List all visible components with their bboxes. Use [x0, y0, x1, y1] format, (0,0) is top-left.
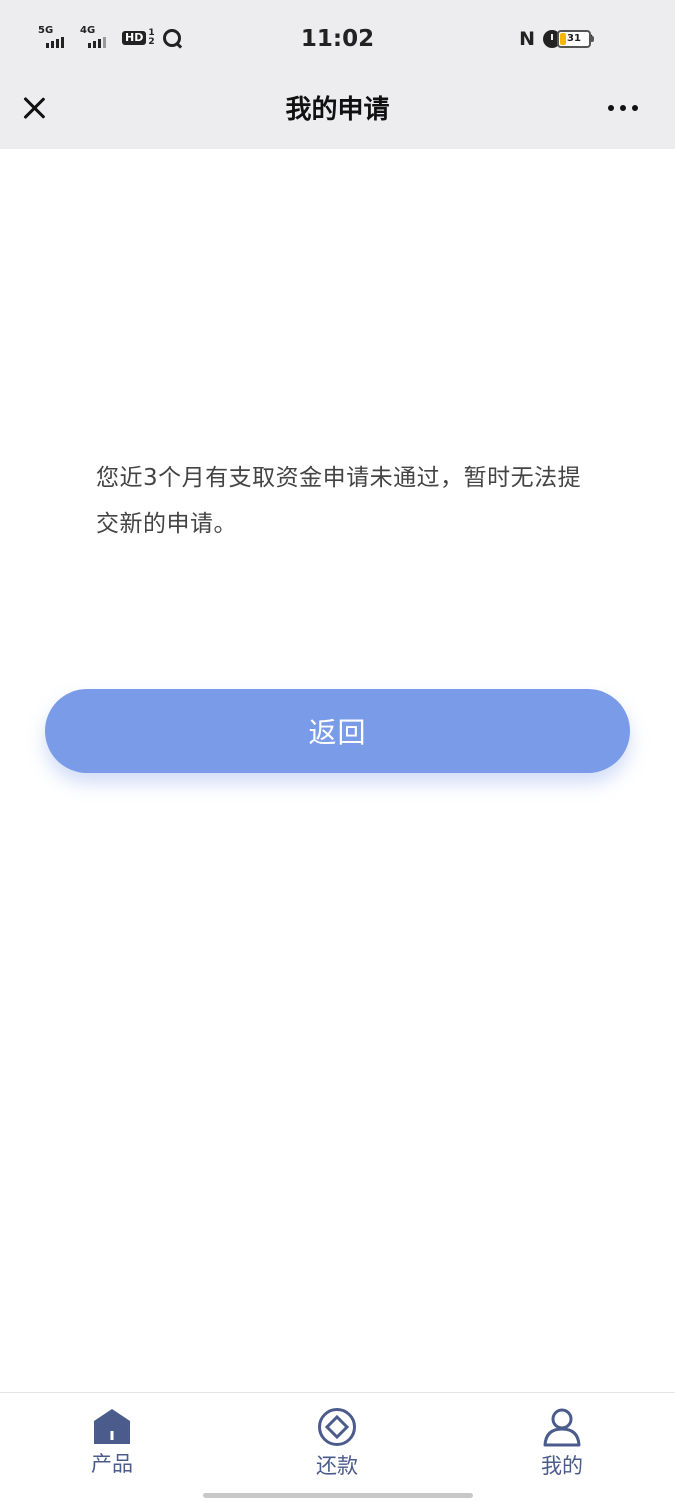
nfc-icon: N — [519, 28, 535, 50]
tab-products[interactable]: 产品 — [52, 1407, 172, 1487]
top-area: 5G 4G HD 1 2 11:02 N 31 我的申请 — [0, 0, 675, 149]
page-title: 我的申请 — [285, 95, 390, 125]
home-icon — [94, 1409, 130, 1444]
battery-level: 31 — [567, 33, 581, 44]
more-icon[interactable] — [608, 100, 648, 116]
tab-mine-label: 我的 — [541, 1454, 583, 1478]
tab-products-label: 产品 — [91, 1452, 133, 1476]
status-message: 您近3个月有支取资金申请未通过，暂时无法提交新的申请。 — [96, 465, 582, 537]
back-button[interactable]: 返回 — [45, 689, 630, 773]
title-bar: 我的申请 — [0, 78, 675, 149]
tab-mine[interactable]: 我的 — [502, 1407, 622, 1487]
status-bar: 5G 4G HD 1 2 11:02 N 31 — [0, 0, 675, 78]
tab-repay[interactable]: 还款 — [277, 1407, 397, 1487]
battery-icon: 31 — [557, 30, 594, 48]
user-icon — [543, 1408, 581, 1447]
tab-bar: 产品 还款 我的 — [0, 1392, 675, 1501]
repay-icon — [318, 1408, 356, 1446]
home-indicator — [203, 1493, 473, 1498]
tab-repay-label: 还款 — [316, 1454, 358, 1478]
